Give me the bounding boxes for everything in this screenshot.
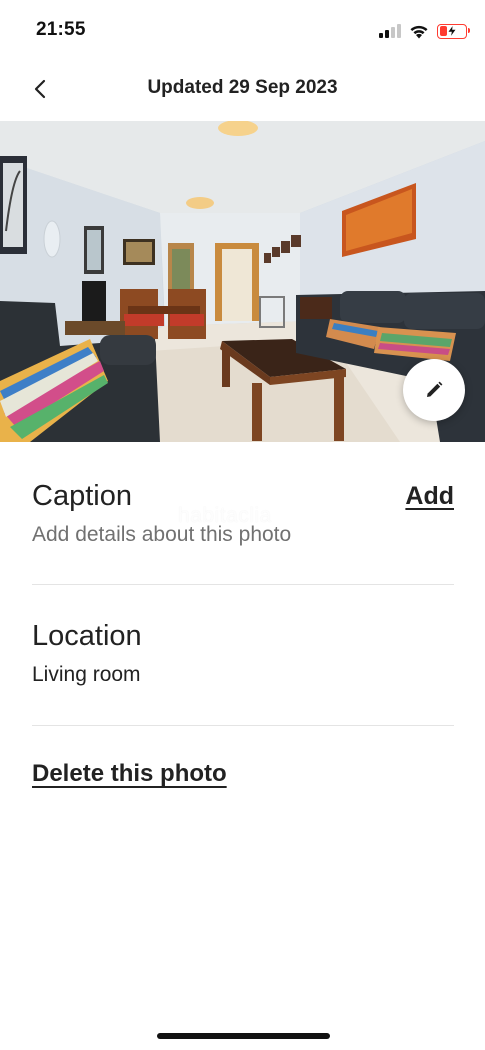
status-bar: 21:55 xyxy=(0,0,485,60)
home-indicator xyxy=(157,1033,330,1039)
status-icons xyxy=(379,20,470,42)
caption-section: Caption Add Add details about this photo… xyxy=(32,480,454,585)
battery-level xyxy=(439,26,447,36)
status-time: 21:55 xyxy=(36,19,86,40)
photo-watermark: habitaclia xyxy=(178,504,272,527)
header: Updated 29 Sep 2023 xyxy=(0,60,485,118)
battery-charging-icon xyxy=(437,23,470,39)
page-title: Updated 29 Sep 2023 xyxy=(147,77,338,98)
listing-photo[interactable] xyxy=(0,121,485,442)
cellular-signal-icon xyxy=(379,24,401,38)
pencil-icon xyxy=(427,381,443,397)
location-value: Living room xyxy=(32,663,141,686)
wifi-icon xyxy=(410,25,428,38)
location-title: Location xyxy=(32,620,142,652)
delete-photo-button[interactable]: Delete this photo xyxy=(32,760,227,788)
add-caption-link[interactable]: Add xyxy=(405,482,454,511)
edit-photo-button[interactable] xyxy=(403,359,465,421)
location-section[interactable]: Location Living room xyxy=(32,620,454,726)
